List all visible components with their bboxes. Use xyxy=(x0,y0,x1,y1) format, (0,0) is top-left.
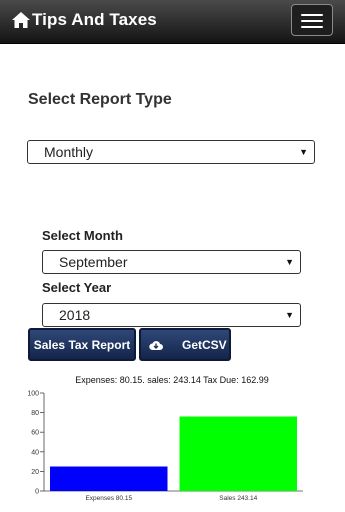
y-tick-label: 0 xyxy=(35,489,39,496)
caret-down-icon: ▼ xyxy=(285,310,294,320)
y-tick-label: 40 xyxy=(31,449,39,456)
navbar: Tips And Taxes xyxy=(0,0,345,44)
x-tick-label: Sales 243.14 xyxy=(219,495,257,502)
year-value: 2018 xyxy=(59,307,91,323)
menu-toggle-button[interactable] xyxy=(291,4,333,36)
y-tick-label: 100 xyxy=(27,391,39,398)
app-title: Tips And Taxes xyxy=(32,10,157,29)
hamburger-bar xyxy=(301,20,323,22)
report-type-select[interactable]: Monthly ▼ xyxy=(27,140,315,164)
brand-link[interactable]: Tips And Taxes xyxy=(11,9,157,31)
sales-tax-report-button[interactable]: Sales Tax Report xyxy=(28,328,136,361)
chart-title: Expenses: 80.15. sales: 243.14 Tax Due: … xyxy=(75,375,268,385)
month-label: Select Month xyxy=(42,228,123,243)
hamburger-bar xyxy=(301,26,323,28)
bar-expenses xyxy=(50,466,168,491)
year-label: Select Year xyxy=(42,280,112,295)
sales-tax-report-label: Sales Tax Report xyxy=(33,337,131,352)
year-select[interactable]: 2018 ▼ xyxy=(42,303,301,327)
get-csv-label: GetCSV xyxy=(182,337,227,352)
month-select[interactable]: September ▼ xyxy=(42,250,301,274)
home-icon xyxy=(12,12,30,28)
y-tick-label: 80 xyxy=(31,410,39,417)
cloud-download-icon xyxy=(149,341,163,350)
y-tick-label: 20 xyxy=(31,469,39,476)
caret-down-icon: ▼ xyxy=(299,147,308,157)
get-csv-button[interactable]: GetCSV xyxy=(139,328,231,361)
month-value: September xyxy=(59,254,128,270)
report-type-label: Select Report Type xyxy=(28,91,172,108)
report-type-value: Monthly xyxy=(44,144,94,160)
hamburger-menu-icon xyxy=(301,14,323,16)
y-tick-label: 60 xyxy=(31,430,39,437)
bar-sales xyxy=(179,416,297,491)
caret-down-icon: ▼ xyxy=(285,257,294,267)
sales-chart: Expenses: 80.15. sales: 243.14 Tax Due: … xyxy=(27,375,303,502)
x-tick-label: Expenses 80.15 xyxy=(85,495,132,502)
